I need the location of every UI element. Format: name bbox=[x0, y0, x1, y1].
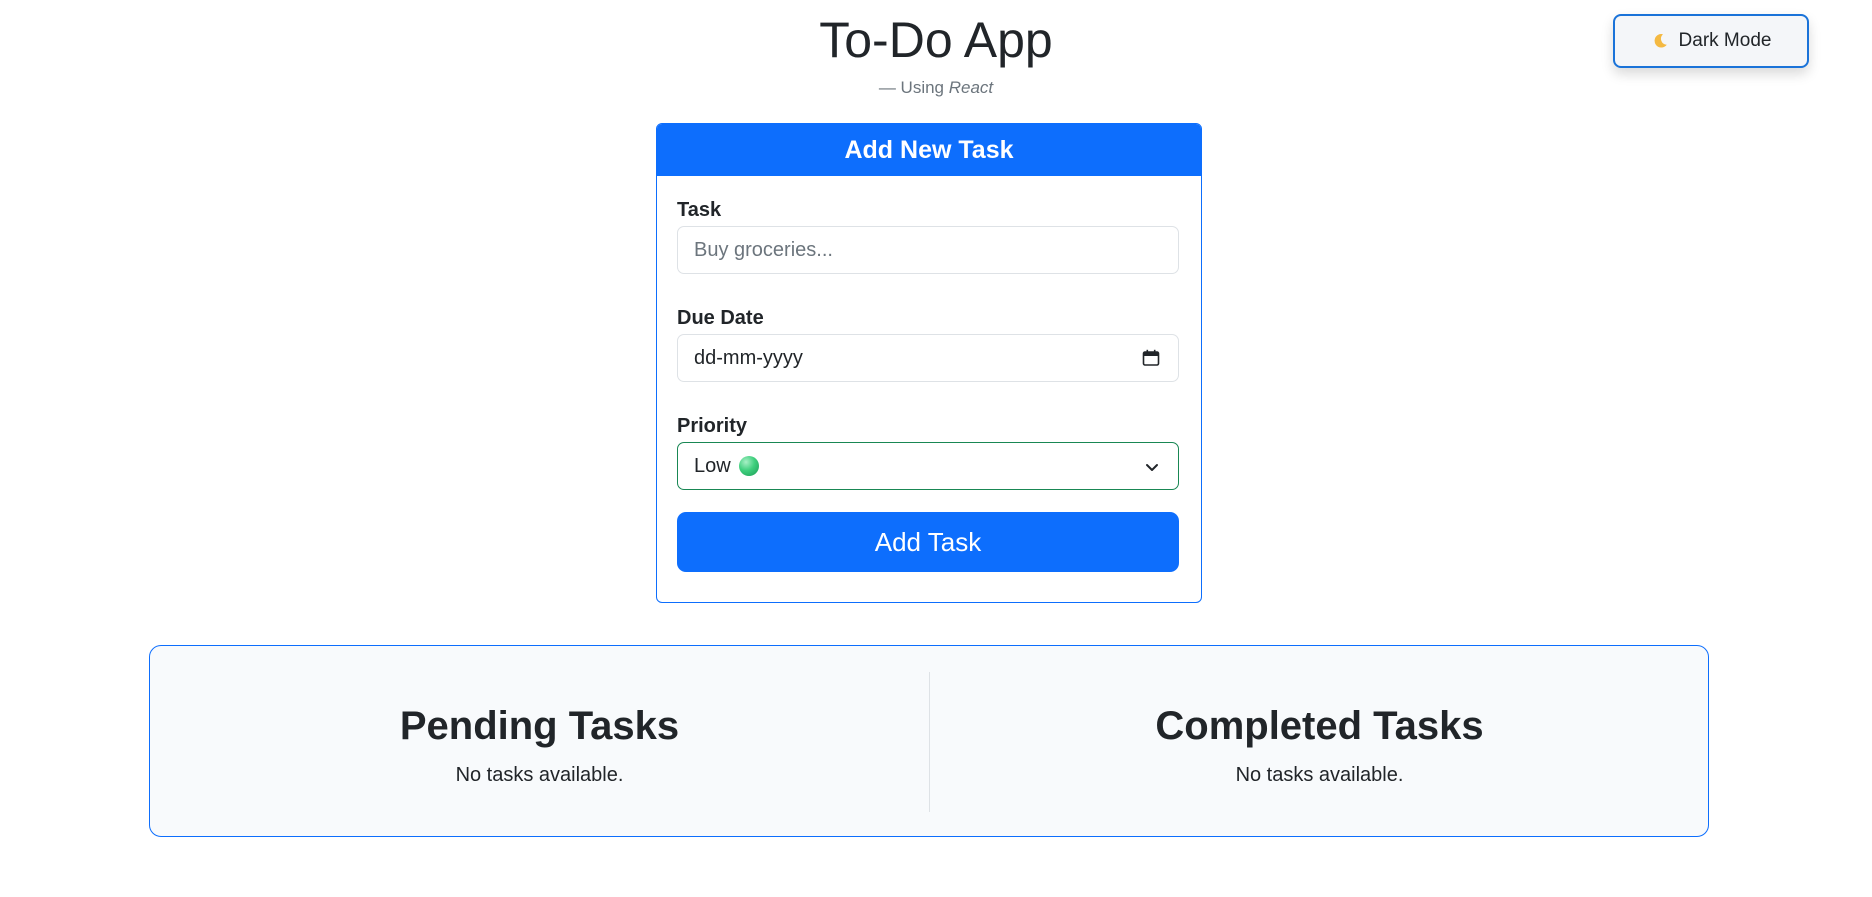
app-root: Dark Mode To-Do App — Using React Add Ne… bbox=[0, 0, 1872, 897]
pending-tasks-column: Pending Tasks No tasks available. bbox=[150, 646, 929, 836]
priority-selected-text: Low bbox=[694, 454, 731, 477]
tasks-panel: Pending Tasks No tasks available. Comple… bbox=[149, 645, 1709, 837]
completed-tasks-column: Completed Tasks No tasks available. bbox=[930, 646, 1709, 836]
chevron-down-icon bbox=[1146, 464, 1158, 471]
page-title: To-Do App bbox=[819, 12, 1053, 68]
priority-green-dot-icon bbox=[738, 456, 759, 476]
add-task-card-header: Add New Task bbox=[657, 124, 1201, 176]
completed-tasks-title: Completed Tasks bbox=[1155, 704, 1484, 748]
subtitle-prefix: — Using bbox=[878, 78, 949, 97]
priority-label: Priority bbox=[677, 415, 748, 437]
pending-tasks-title: Pending Tasks bbox=[399, 704, 680, 748]
due-date-input[interactable]: dd-mm-yyyy bbox=[677, 334, 1179, 382]
task-label: Task bbox=[677, 199, 722, 221]
page-subtitle: — Using React bbox=[0, 78, 1872, 98]
priority-selected-value: Low bbox=[694, 455, 759, 478]
pending-tasks-empty-text: No tasks available. bbox=[455, 764, 624, 786]
calendar-icon[interactable] bbox=[1142, 349, 1160, 367]
completed-tasks-empty-text: No tasks available. bbox=[1235, 764, 1404, 786]
add-task-card: Add New Task Task Buy groceries... Due D… bbox=[656, 123, 1202, 603]
due-date-placeholder: dd-mm-yyyy bbox=[694, 346, 803, 369]
subtitle-tech: React bbox=[948, 78, 994, 97]
task-input[interactable]: Buy groceries... bbox=[677, 226, 1179, 274]
priority-select[interactable]: Low bbox=[677, 442, 1179, 490]
due-date-label: Due Date bbox=[677, 307, 764, 329]
task-input-placeholder: Buy groceries... bbox=[694, 238, 833, 261]
add-task-button[interactable]: Add Task bbox=[677, 512, 1179, 572]
